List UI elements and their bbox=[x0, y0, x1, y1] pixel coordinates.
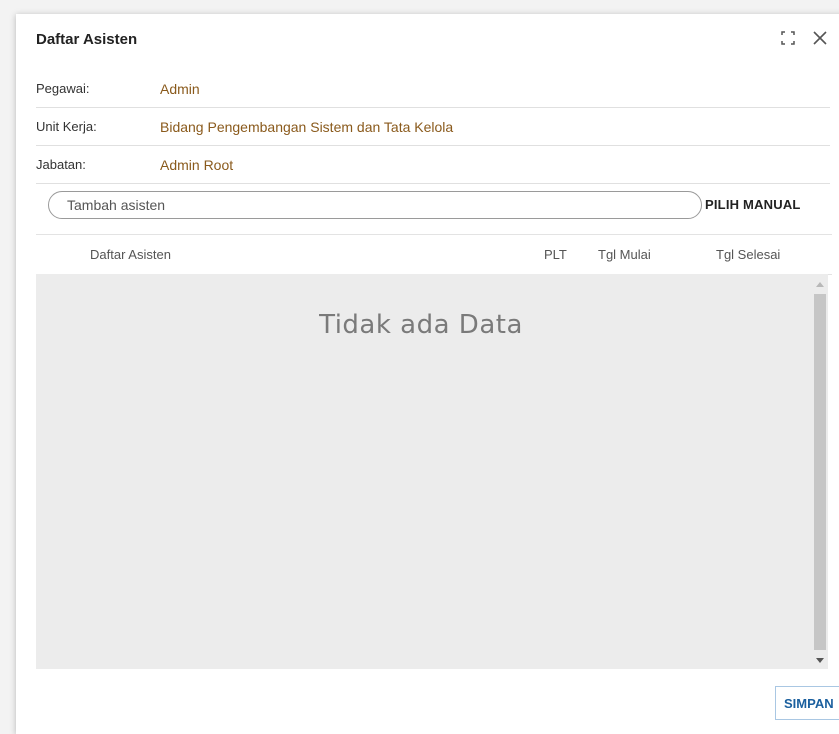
dialog-title: Daftar Asisten bbox=[36, 31, 138, 48]
jabatan-label: Jabatan: bbox=[36, 157, 86, 172]
tambah-asisten-input[interactable]: Tambah asisten bbox=[48, 191, 702, 219]
asisten-dialog: Daftar Asisten Pegawai: Admin Unit Kerja… bbox=[16, 14, 839, 734]
scroll-up-icon[interactable] bbox=[816, 282, 824, 287]
scrollbar-thumb[interactable] bbox=[814, 294, 826, 650]
jabatan-row: Jabatan: Admin Root bbox=[36, 146, 830, 184]
pegawai-label: Pegawai: bbox=[36, 81, 90, 96]
empty-message: Tidak ada Data bbox=[319, 310, 523, 340]
col-tgl-mulai[interactable]: Tgl Mulai bbox=[598, 247, 651, 262]
col-plt[interactable]: PLT bbox=[544, 247, 567, 262]
unit-kerja-label: Unit Kerja: bbox=[36, 119, 97, 134]
search-row: Tambah asisten PILIH MANUAL bbox=[48, 191, 839, 221]
unit-kerja-row: Unit Kerja: Bidang Pengembangan Sistem d… bbox=[36, 108, 830, 146]
pegawai-value: Admin bbox=[160, 80, 200, 97]
scroll-down-icon[interactable] bbox=[816, 658, 824, 663]
unit-kerja-value: Bidang Pengembangan Sistem dan Tata Kelo… bbox=[160, 118, 454, 135]
vertical-scrollbar[interactable] bbox=[812, 274, 828, 669]
fullscreen-icon[interactable] bbox=[778, 28, 798, 48]
col-tgl-selesai[interactable]: Tgl Selesai bbox=[716, 247, 780, 262]
dialog-controls bbox=[778, 28, 830, 48]
simpan-button[interactable]: SIMPAN bbox=[775, 686, 839, 720]
pilih-manual-button[interactable]: PILIH MANUAL bbox=[705, 197, 801, 212]
col-daftar-asisten[interactable]: Daftar Asisten bbox=[90, 247, 171, 262]
jabatan-value: Admin Root bbox=[160, 156, 234, 173]
table-body: Tidak ada Data bbox=[36, 274, 828, 669]
close-icon[interactable] bbox=[810, 28, 830, 48]
table-header: Daftar Asisten PLT Tgl Mulai Tgl Selesai bbox=[36, 234, 832, 275]
pegawai-row: Pegawai: Admin bbox=[36, 70, 830, 108]
